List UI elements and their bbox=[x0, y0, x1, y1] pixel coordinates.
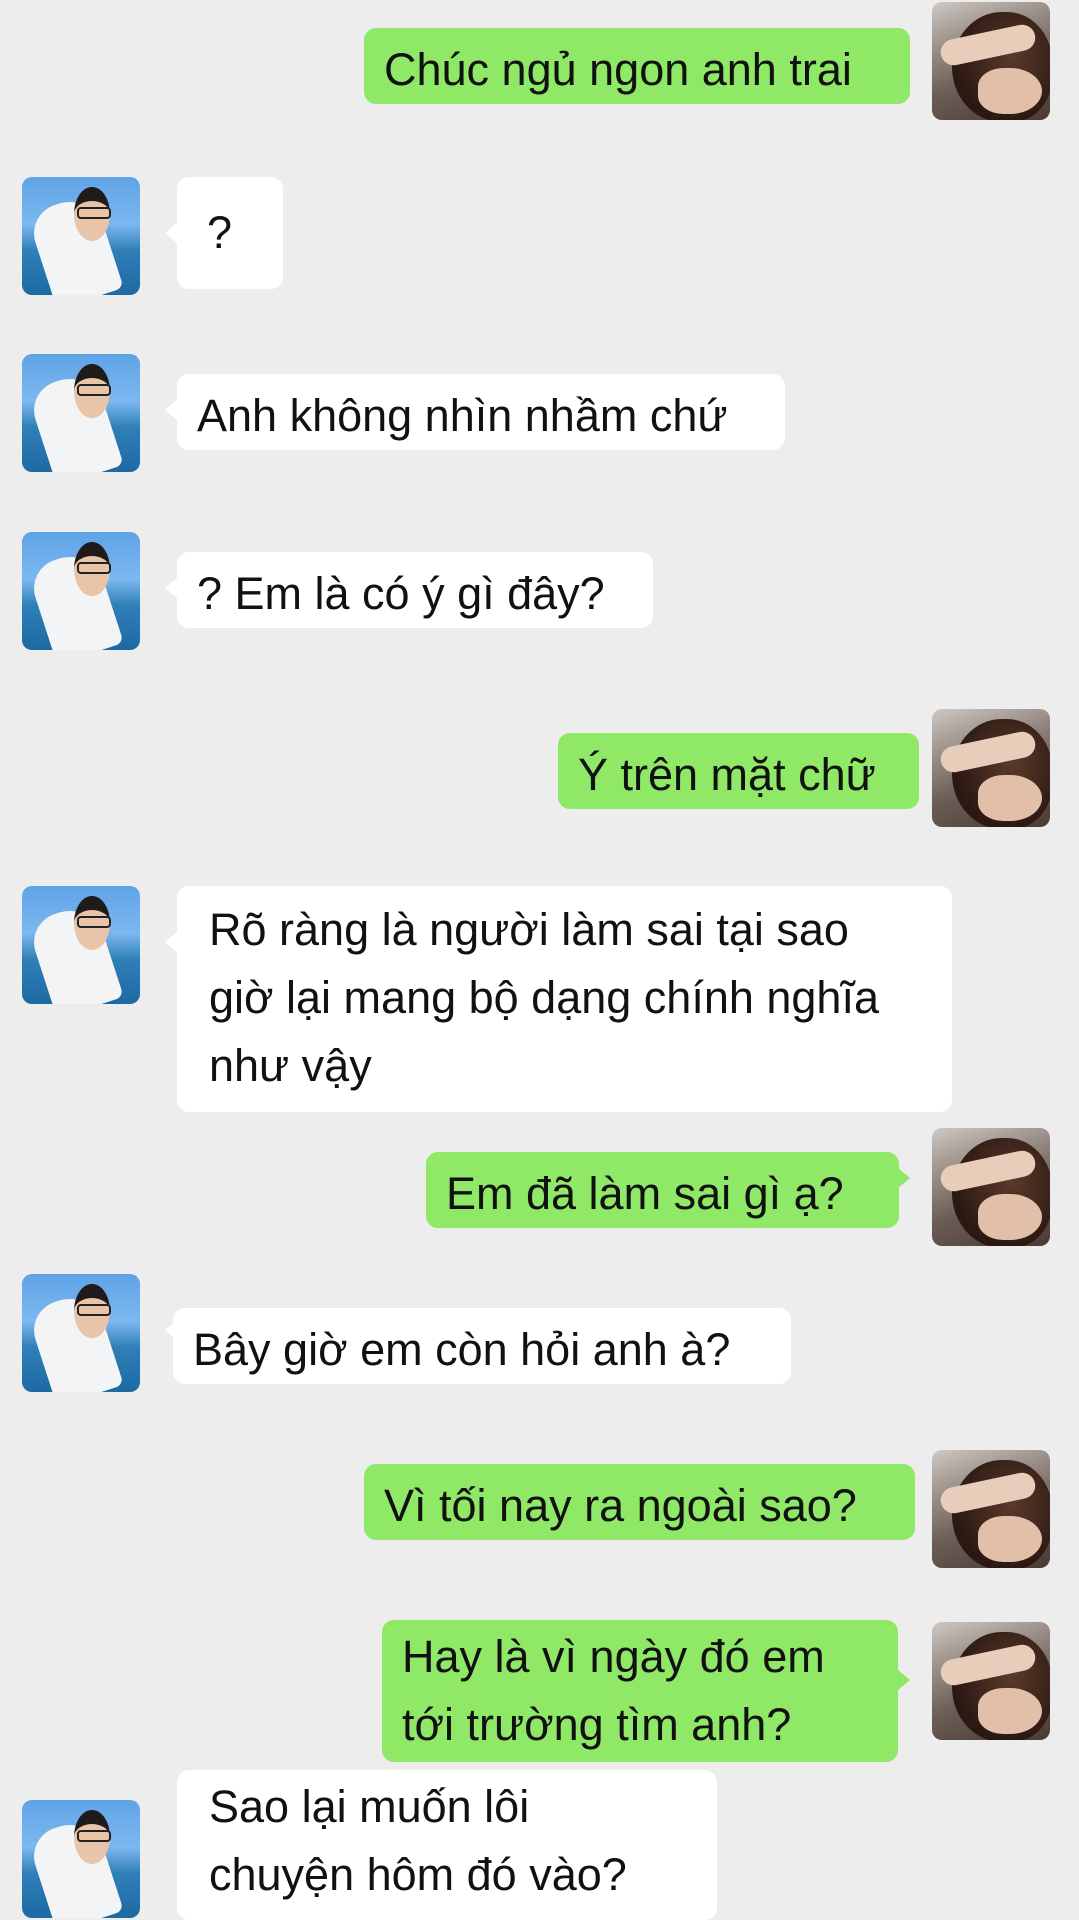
avatar-glasses-icon bbox=[77, 1304, 111, 1316]
message-outgoing: Ý trên mặt chữ bbox=[0, 707, 1079, 832]
self-avatar[interactable] bbox=[932, 1622, 1050, 1740]
message-text-line: Hay là vì ngày đó em bbox=[402, 1631, 825, 1682]
message-bubble[interactable]: Anh không nhìn nhầm chứ bbox=[177, 374, 785, 450]
message-text-line: như vậy bbox=[209, 1040, 372, 1091]
message-text-line: giờ lại mang bộ dạng chính nghĩa bbox=[209, 972, 879, 1023]
message-text: ? Em là có ý gì đây? bbox=[197, 568, 605, 619]
avatar-glasses-icon bbox=[77, 916, 111, 928]
message-bubble[interactable]: Hay là vì ngày đó em tới trường tìm anh? bbox=[382, 1620, 898, 1762]
avatar-glasses-icon bbox=[77, 562, 111, 574]
contact-avatar[interactable] bbox=[22, 177, 140, 295]
contact-avatar[interactable] bbox=[22, 1274, 140, 1392]
avatar-glasses-icon bbox=[77, 1830, 111, 1842]
self-avatar[interactable] bbox=[932, 709, 1050, 827]
message-bubble[interactable]: ? Em là có ý gì đây? bbox=[177, 552, 653, 628]
bubble-tail bbox=[165, 578, 177, 598]
message-text: Anh không nhìn nhầm chứ bbox=[197, 390, 728, 441]
message-bubble[interactable]: Sao lại muốn lôi chuyện hôm đó vào? bbox=[177, 1770, 717, 1920]
message-incoming: Bây giờ em còn hỏi anh à? bbox=[0, 1272, 1079, 1397]
bubble-tail bbox=[898, 1670, 910, 1690]
message-incoming: ? Em là có ý gì đây? bbox=[0, 530, 1079, 655]
avatar-face-icon bbox=[978, 775, 1042, 821]
message-bubble[interactable]: Rõ ràng là người làm sai tại sao giờ lại… bbox=[177, 886, 952, 1112]
bubble-tail bbox=[165, 223, 177, 243]
message-outgoing: Hay là vì ngày đó em tới trường tìm anh? bbox=[0, 1620, 1079, 1770]
message-text: Bây giờ em còn hỏi anh à? bbox=[193, 1324, 731, 1375]
contact-avatar[interactable] bbox=[22, 886, 140, 1004]
message-bubble[interactable]: Chúc ngủ ngon anh trai bbox=[364, 28, 910, 104]
contact-avatar[interactable] bbox=[22, 1800, 140, 1918]
avatar-face-icon bbox=[978, 1194, 1042, 1240]
message-text: Em đã làm sai gì ạ? bbox=[446, 1168, 844, 1219]
message-text-line: Sao lại muốn lôi bbox=[209, 1781, 530, 1832]
message-incoming: Sao lại muốn lôi chuyện hôm đó vào? bbox=[0, 1770, 1079, 1920]
bubble-tail bbox=[898, 1168, 910, 1188]
contact-avatar[interactable] bbox=[22, 354, 140, 472]
avatar-glasses-icon bbox=[77, 384, 111, 396]
bubble-tail bbox=[165, 932, 177, 952]
message-incoming: Rõ ràng là người làm sai tại sao giờ lại… bbox=[0, 884, 1079, 1116]
message-text: Vì tối nay ra ngoài sao? bbox=[384, 1480, 857, 1531]
chat-view[interactable]: Chúc ngủ ngon anh trai ? Anh không nhìn … bbox=[0, 0, 1079, 1920]
contact-avatar[interactable] bbox=[22, 532, 140, 650]
message-text-line: tới trường tìm anh? bbox=[402, 1699, 792, 1750]
message-bubble[interactable]: ? bbox=[177, 177, 283, 289]
avatar-face-icon bbox=[978, 1688, 1042, 1734]
avatar-glasses-icon bbox=[77, 207, 111, 219]
message-text: Chúc ngủ ngon anh trai bbox=[384, 44, 852, 95]
message-outgoing: Chúc ngủ ngon anh trai bbox=[0, 0, 1079, 125]
message-bubble[interactable]: Vì tối nay ra ngoài sao? bbox=[364, 1464, 915, 1540]
message-text-line: chuyện hôm đó vào? bbox=[209, 1849, 627, 1900]
self-avatar[interactable] bbox=[932, 1450, 1050, 1568]
self-avatar[interactable] bbox=[932, 1128, 1050, 1246]
message-bubble[interactable]: Ý trên mặt chữ bbox=[558, 733, 919, 809]
message-incoming: ? bbox=[0, 175, 1079, 300]
message-incoming: Anh không nhìn nhầm chứ bbox=[0, 352, 1079, 477]
message-bubble[interactable]: Em đã làm sai gì ạ? bbox=[426, 1152, 899, 1228]
message-text-line: Rõ ràng là người làm sai tại sao bbox=[209, 904, 849, 955]
bubble-tail bbox=[165, 400, 177, 420]
self-avatar[interactable] bbox=[932, 2, 1050, 120]
message-text: Ý trên mặt chữ bbox=[578, 749, 876, 800]
avatar-face-icon bbox=[978, 1516, 1042, 1562]
message-bubble[interactable]: Bây giờ em còn hỏi anh à? bbox=[173, 1308, 791, 1384]
message-outgoing: Em đã làm sai gì ạ? bbox=[0, 1126, 1079, 1251]
message-outgoing: Vì tối nay ra ngoài sao? bbox=[0, 1448, 1079, 1573]
message-text: ? bbox=[207, 207, 233, 258]
avatar-face-icon bbox=[978, 68, 1042, 114]
